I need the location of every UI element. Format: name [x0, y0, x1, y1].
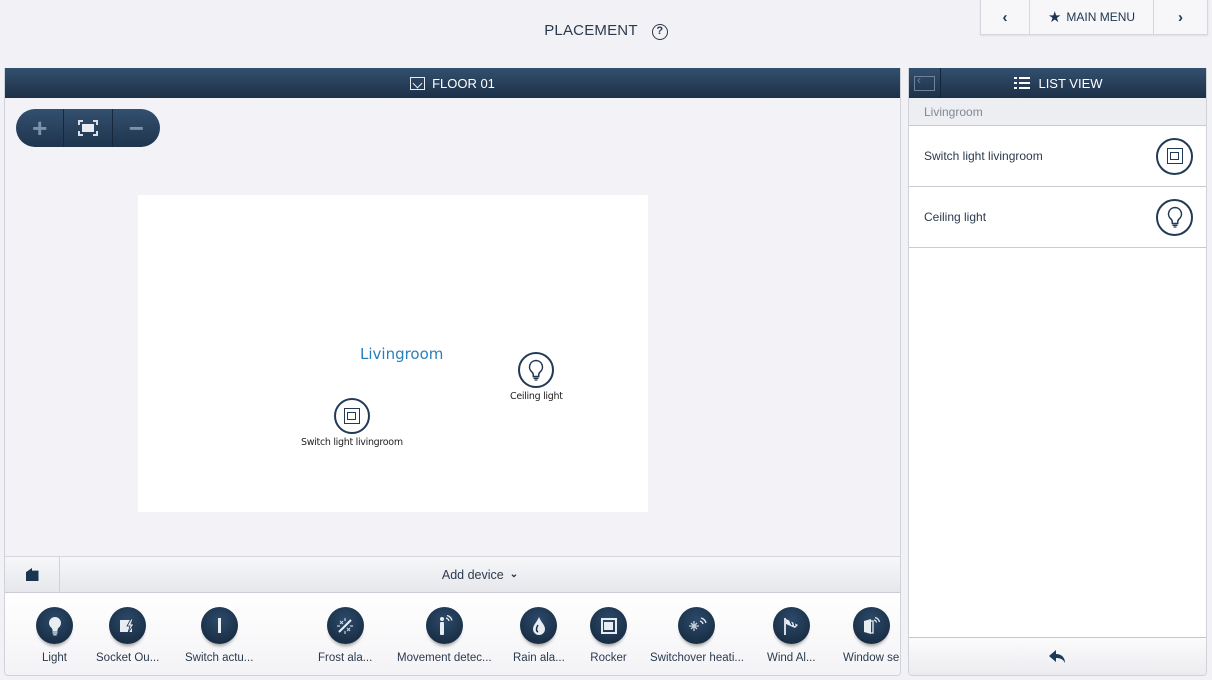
- rocker-switch-icon: [1156, 137, 1193, 175]
- rain-alarm-icon: [520, 607, 558, 644]
- window-sensor-icon: [852, 607, 890, 644]
- group-header: Livingroom: [909, 98, 1206, 126]
- switchover-heating-icon: [678, 607, 716, 644]
- palette-item-label: Wind Al...: [767, 652, 816, 664]
- placed-device-label: Switch light livingroom: [301, 437, 403, 448]
- floor-panel: FLOOR 01 + − Livingroom Switch light liv…: [4, 68, 901, 676]
- palette-item-label: Switch actu...: [185, 652, 254, 664]
- device-palette: Light Socket Ou... Switch actu... Frost …: [5, 593, 900, 675]
- lightbulb-icon: [36, 607, 73, 644]
- collapse-panel-button[interactable]: [909, 68, 941, 98]
- help-icon[interactable]: ?: [651, 24, 668, 40]
- lightbulb-icon: [1156, 198, 1193, 236]
- list-item[interactable]: Ceiling light: [909, 187, 1206, 248]
- list-item[interactable]: Switch light livingroom: [909, 126, 1206, 187]
- house-icon: [25, 568, 39, 581]
- add-device-bar: Add device ⌄: [5, 556, 900, 593]
- rocker-switch-icon: [333, 398, 370, 434]
- star-icon: ★: [1047, 9, 1062, 26]
- palette-item-light[interactable]: Light: [36, 607, 73, 664]
- palette-item-label: Window se: [843, 652, 900, 664]
- palette-item-label: Frost ala...: [318, 652, 373, 664]
- frost-alarm-icon: [326, 607, 364, 644]
- collapse-icon: [914, 73, 935, 91]
- fit-to-screen-button[interactable]: [63, 109, 111, 147]
- palette-item-switch-actuator[interactable]: Switch actu...: [185, 607, 253, 664]
- plus-icon: +: [32, 112, 48, 143]
- list-title-text: LIST VIEW: [1038, 75, 1103, 91]
- palette-item-label: Socket Ou...: [96, 652, 160, 664]
- list-header: LIST VIEW: [909, 68, 1206, 98]
- floor-header: FLOOR 01: [5, 68, 900, 98]
- list-icon: [1014, 77, 1031, 89]
- top-navigation: ‹ ★ MAIN MENU ›: [980, 0, 1208, 35]
- room-label: Livingroom: [360, 345, 444, 363]
- rocker-icon: [590, 607, 627, 644]
- next-button[interactable]: ›: [1154, 0, 1207, 34]
- room-area[interactable]: Livingroom Switch light livingroom Ceili…: [138, 195, 648, 512]
- palette-item-label: Light: [42, 652, 67, 664]
- add-device-label: Add device: [441, 567, 504, 582]
- list-item-label: Ceiling light: [924, 210, 987, 224]
- chevron-down-icon: ⌄: [509, 569, 519, 580]
- zoom-out-button[interactable]: −: [111, 109, 160, 147]
- floorplan-icon: [410, 76, 426, 90]
- palette-item-label: Rain ala...: [513, 652, 565, 664]
- palette-item-rain-alarm[interactable]: Rain ala...: [513, 607, 565, 664]
- main-menu-label: MAIN MENU: [1066, 10, 1136, 24]
- palette-item-rocker[interactable]: Rocker: [590, 607, 627, 664]
- page-title-text: PLACEMENT: [544, 22, 638, 39]
- palette-item-label: Switchover heati...: [650, 652, 744, 664]
- add-device-dropdown[interactable]: Add device ⌄: [60, 557, 900, 592]
- home-button[interactable]: [5, 557, 60, 592]
- back-arrow-icon: [1048, 649, 1065, 663]
- previous-button[interactable]: ‹: [981, 0, 1030, 34]
- palette-item-window-sensor[interactable]: Window se: [843, 607, 899, 664]
- wind-alarm-icon: [772, 607, 810, 644]
- palette-item-label: Rocker: [590, 652, 627, 664]
- chevron-left-icon: ‹: [1002, 8, 1008, 26]
- floor-title: FLOOR 01: [432, 75, 495, 91]
- palette-item-socket-outlet[interactable]: Socket Ou...: [96, 607, 159, 664]
- zoom-controls: + −: [16, 109, 160, 147]
- palette-item-wind-alarm[interactable]: Wind Al...: [767, 607, 816, 664]
- placed-device-switch-light[interactable]: Switch light livingroom: [301, 398, 403, 448]
- movement-detector-icon: [425, 607, 463, 644]
- list-item-label: Switch light livingroom: [924, 149, 1043, 163]
- minus-icon: −: [128, 112, 144, 143]
- palette-item-switchover-heating[interactable]: Switchover heati...: [650, 607, 744, 664]
- placed-device-label: Ceiling light: [510, 391, 563, 402]
- switch-actuator-icon: [200, 607, 238, 644]
- palette-item-label: Movement detec...: [397, 652, 492, 664]
- zoom-in-button[interactable]: +: [16, 109, 63, 147]
- chevron-right-icon: ›: [1178, 8, 1183, 26]
- back-button[interactable]: [909, 637, 1206, 675]
- list-panel: LIST VIEW Livingroom Switch light living…: [908, 68, 1207, 676]
- list-title: LIST VIEW: [941, 76, 1206, 91]
- main-menu-button[interactable]: ★ MAIN MENU: [1030, 0, 1154, 34]
- placed-device-ceiling-light[interactable]: Ceiling light: [510, 352, 563, 402]
- lightbulb-icon: [518, 352, 555, 388]
- fit-screen-icon: [77, 120, 98, 136]
- socket-outlet-icon: [109, 607, 147, 644]
- palette-item-frost-alarm[interactable]: Frost ala...: [318, 607, 372, 664]
- palette-item-movement-detector[interactable]: Movement detec...: [397, 607, 492, 664]
